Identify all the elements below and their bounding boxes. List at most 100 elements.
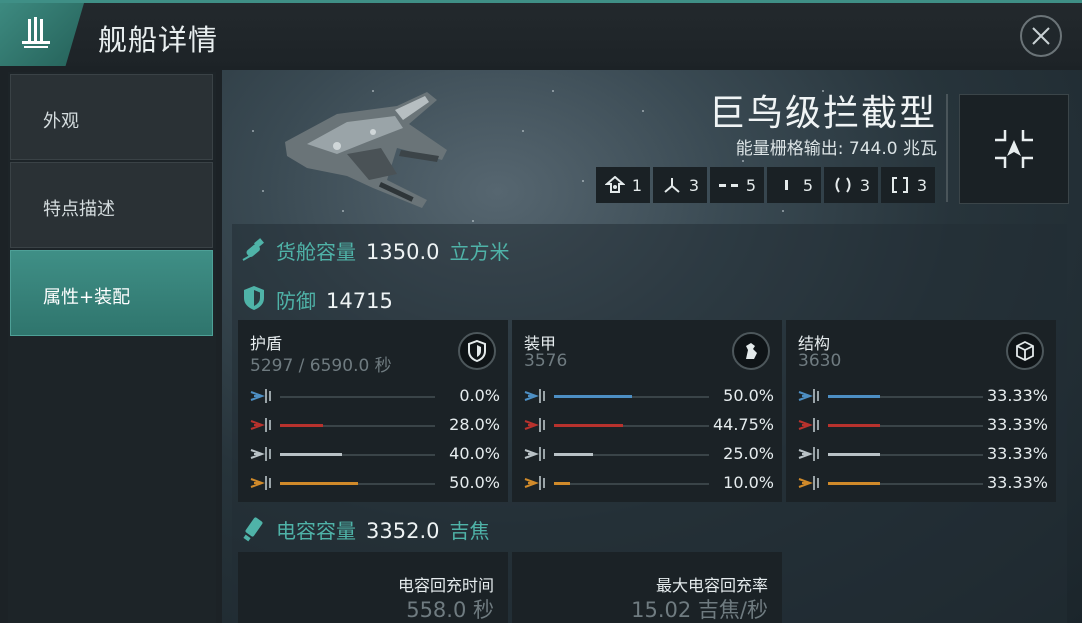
em-damage-icon [798,387,820,405]
slot-high: 5 [710,167,764,203]
slot-count: 3 [916,175,928,195]
resistance-row-em: 33.33% [798,386,1048,408]
slot-count: 5 [745,175,757,195]
armor-emblem-icon [732,332,770,370]
resistance-percent: 33.33% [986,386,1048,405]
resistance-row-explosive: 10.0% [524,473,774,495]
resistance-bar [554,395,709,398]
drone-icon [604,176,625,193]
resistance-bar [554,482,709,485]
resistance-bar-fill [554,424,624,427]
capacitor-unit: 吉焦 [449,519,490,543]
sidebar-item-label: 外观 [43,111,79,132]
cargo-value: 1350.0 [366,240,440,264]
recharge-time-label: 电容回充时间 [397,576,494,595]
capacitor-max-rate-box: 最大电容回充率 15.02 吉焦/秒 [512,552,782,623]
slot-drone: 1 [596,167,650,203]
high-slot-icon [718,184,738,187]
slot-count: 5 [802,175,814,195]
resistance-bar [828,482,983,485]
ship-class-icon [22,17,50,48]
explosive-damage-icon [798,474,820,492]
sidebar-item-appearance[interactable]: 外观 [10,74,213,160]
ship-image [285,92,447,208]
resistance-percent: 44.75% [712,415,774,434]
explosive-damage-icon [524,474,546,492]
resistance-hp: 5297 / 6590.0 秒 [250,356,392,376]
shield-emblem-icon [458,332,496,370]
turret-icon [664,178,680,193]
resistance-bar [280,396,435,398]
resistance-percent: 10.0% [723,473,774,492]
capacitor-recharge-time-box: 电容回充时间 558.0 秒 [238,552,508,623]
resistance-bar [280,482,435,485]
main-content: 巨鸟级拦截型 能量栅格输出: 744.0 兆瓦 1 3 5 5 3 3 货舱容量… [222,70,1082,623]
star-dot [522,130,524,132]
max-recharge-rate-label: 最大电容回充率 [655,576,768,595]
resistance-percent: 33.33% [986,473,1048,492]
kinetic-damage-icon [798,445,820,463]
resistance-bar-fill [828,453,880,456]
cargo-unit: 立方米 [449,240,510,264]
slot-turret: 3 [653,167,707,203]
slot-count: 3 [688,175,700,195]
kinetic-damage-icon [250,445,272,463]
resistance-percent: 33.33% [986,444,1048,463]
slot-low: 3 [824,167,878,203]
resistance-bar-fill [554,395,632,398]
sidebar: 外观 特点描述 属性+装配 [8,72,216,623]
slot-count: 1 [631,175,643,195]
close-icon [1032,27,1050,45]
star-dot [472,220,474,222]
resistance-bar-fill [554,482,570,485]
resistance-bar [280,424,435,427]
resistance-percent: 25.0% [723,444,774,463]
resistance-bar-fill [828,424,880,427]
defense-value: 14715 [326,289,393,313]
resistance-bar [554,424,709,427]
sidebar-item-traits[interactable]: 特点描述 [10,162,213,248]
top-bar: 舰船详情 [0,0,1082,66]
resistance-bar [280,453,435,456]
resistance-bar-fill [280,424,324,427]
mid-slot-icon [784,180,788,190]
resistance-bar [554,453,709,456]
resistance-bar-fill [280,453,342,456]
resistance-bar [828,424,983,427]
capacitor-row: 电容容量 3352.0 吉焦 [276,515,489,544]
resistance-bar [828,453,983,456]
capacitor-icon [243,517,263,542]
star-dot [742,160,744,162]
target-navigate-icon [995,130,1033,168]
star-dot [642,110,644,112]
thermal-damage-icon [798,416,820,434]
sidebar-item-attributes-fitting[interactable]: 属性+装配 [10,250,213,336]
close-button[interactable] [1020,15,1062,57]
max-recharge-rate-value: 15.02 吉焦/秒 [631,598,768,622]
cargo-icon [242,238,264,261]
navigate-button[interactable] [959,94,1069,204]
resistance-percent: 40.0% [449,444,500,463]
star-dot [262,190,264,192]
header-divider [946,94,948,202]
resistance-row-kinetic: 33.33% [798,444,1048,466]
resistance-bar-fill [280,482,358,485]
defense-row: 防御 14715 [276,285,393,314]
resistance-hp: 3630 [798,351,842,371]
resistance-row-thermal: 33.33% [798,415,1048,437]
resistance-percent: 50.0% [449,473,500,492]
shield-resistance-box: 护盾 5297 / 6590.0 秒 0.0% 28.0% 40.0% 50.0% [238,320,508,502]
slot-count: 3 [859,175,871,195]
cargo-row: 货舱容量 1350.0 立方米 [276,236,509,265]
capacitor-value: 3352.0 [366,519,440,543]
cargo-label: 货舱容量 [276,240,356,264]
thermal-damage-icon [250,416,272,434]
ship-logo-tab [0,3,84,66]
capacitor-label: 电容容量 [276,519,356,543]
em-damage-icon [524,387,546,405]
defense-label: 防御 [276,289,316,313]
slot-rig: 3 [881,167,935,203]
recharge-time-value: 558.0 秒 [406,598,494,622]
slot-layout: 1 3 5 5 3 3 [596,167,935,203]
slot-mid: 5 [767,167,821,203]
